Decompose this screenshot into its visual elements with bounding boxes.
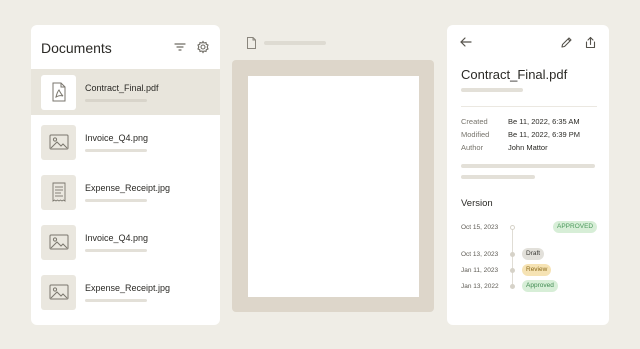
meta-value: John Mattor [508,143,548,152]
meta-value: Be 11, 2022, 6:35 AM [508,117,580,126]
timeline-dot [510,224,515,230]
document-list: Contract_Final.pdf Invoice_Q4.png Expens… [31,69,220,319]
image-icon [41,224,76,260]
details-toolbar [459,35,597,49]
document-subtitle-placeholder [85,148,147,153]
image-icon [41,124,76,160]
document-item-contract-final[interactable]: Contract_Final.pdf [31,69,220,115]
document-name: Invoice_Q4.png [85,132,149,143]
details-subtitle-placeholder [461,88,523,92]
document-name: Expense_Receipt.jpg [85,182,171,193]
document-name: Expense_Receipt.jpg [85,282,171,293]
pdf-file-icon [41,74,76,110]
document-subtitle-placeholder [85,198,147,203]
image-icon [41,274,76,310]
preview-page [248,76,419,297]
filter-icon[interactable] [173,40,187,54]
meta-label: Author [461,143,484,152]
meta-label: Created [461,117,488,126]
version-date: Oct 15, 2023 [461,223,499,231]
preview-title-placeholder [264,41,326,45]
version-row[interactable]: Oct 15, 2023 APPROVED [461,220,601,234]
share-icon[interactable] [584,36,597,49]
gear-icon[interactable] [196,40,210,54]
preview-header [246,37,326,49]
metadata-list: Created Be 11, 2022, 6:35 AM Modified Be… [461,115,601,154]
meta-label: Modified [461,130,490,139]
document-name: Contract_Final.pdf [85,82,159,93]
details-panel: Contract_Final.pdf Created Be 11, 2022, … [447,25,609,325]
documents-title: Documents [41,40,112,56]
status-badge: APPROVED [553,221,598,233]
version-date: Jan 13, 2022 [461,282,499,290]
status-badge: Draft [522,248,545,260]
documents-panel: Documents Contract_Final.pdf Invoice_Q4.… [31,25,220,325]
documents-header: Documents [31,25,220,69]
document-subtitle-placeholder [85,98,147,103]
version-heading: Version [461,198,493,209]
back-arrow-icon[interactable] [459,35,473,49]
timeline-dot [510,267,515,273]
version-date: Jan 11, 2023 [461,266,499,274]
document-item-invoice-q4[interactable]: Invoice_Q4.png [31,119,220,165]
details-title: Contract_Final.pdf [461,67,568,82]
version-row[interactable]: Oct 13, 2023 Draft [461,247,601,261]
meta-value: Be 11, 2022, 6:39 PM [508,130,580,139]
timeline-dot [510,251,515,257]
version-row[interactable]: Jan 13, 2022 Approved [461,279,601,293]
document-name: Invoice_Q4.png [85,232,149,243]
divider [461,106,597,107]
document-item-invoice-q4-2[interactable]: Invoice_Q4.png [31,219,220,265]
file-icon [247,37,256,49]
description-placeholder [461,164,595,168]
version-date: Oct 13, 2023 [461,250,499,258]
receipt-icon [41,174,76,210]
document-preview[interactable] [232,60,434,312]
description-placeholder [461,175,535,179]
version-row[interactable]: Jan 11, 2023 Review [461,263,601,277]
status-badge: Review [522,264,552,276]
document-item-expense-receipt[interactable]: Expense_Receipt.jpg [31,169,220,215]
timeline-dot [510,283,515,289]
meta-modified: Modified Be 11, 2022, 6:39 PM [461,128,601,141]
status-badge: Approved [522,280,558,292]
meta-created: Created Be 11, 2022, 6:35 AM [461,115,601,128]
document-subtitle-placeholder [85,248,147,253]
edit-pencil-icon[interactable] [560,36,573,49]
document-subtitle-placeholder [85,298,147,303]
meta-author: Author John Mattor [461,141,601,154]
document-item-expense-receipt-2[interactable]: Expense_Receipt.jpg [31,269,220,315]
version-timeline: Oct 15, 2023 APPROVED Oct 13, 2023 Draft… [461,218,601,298]
